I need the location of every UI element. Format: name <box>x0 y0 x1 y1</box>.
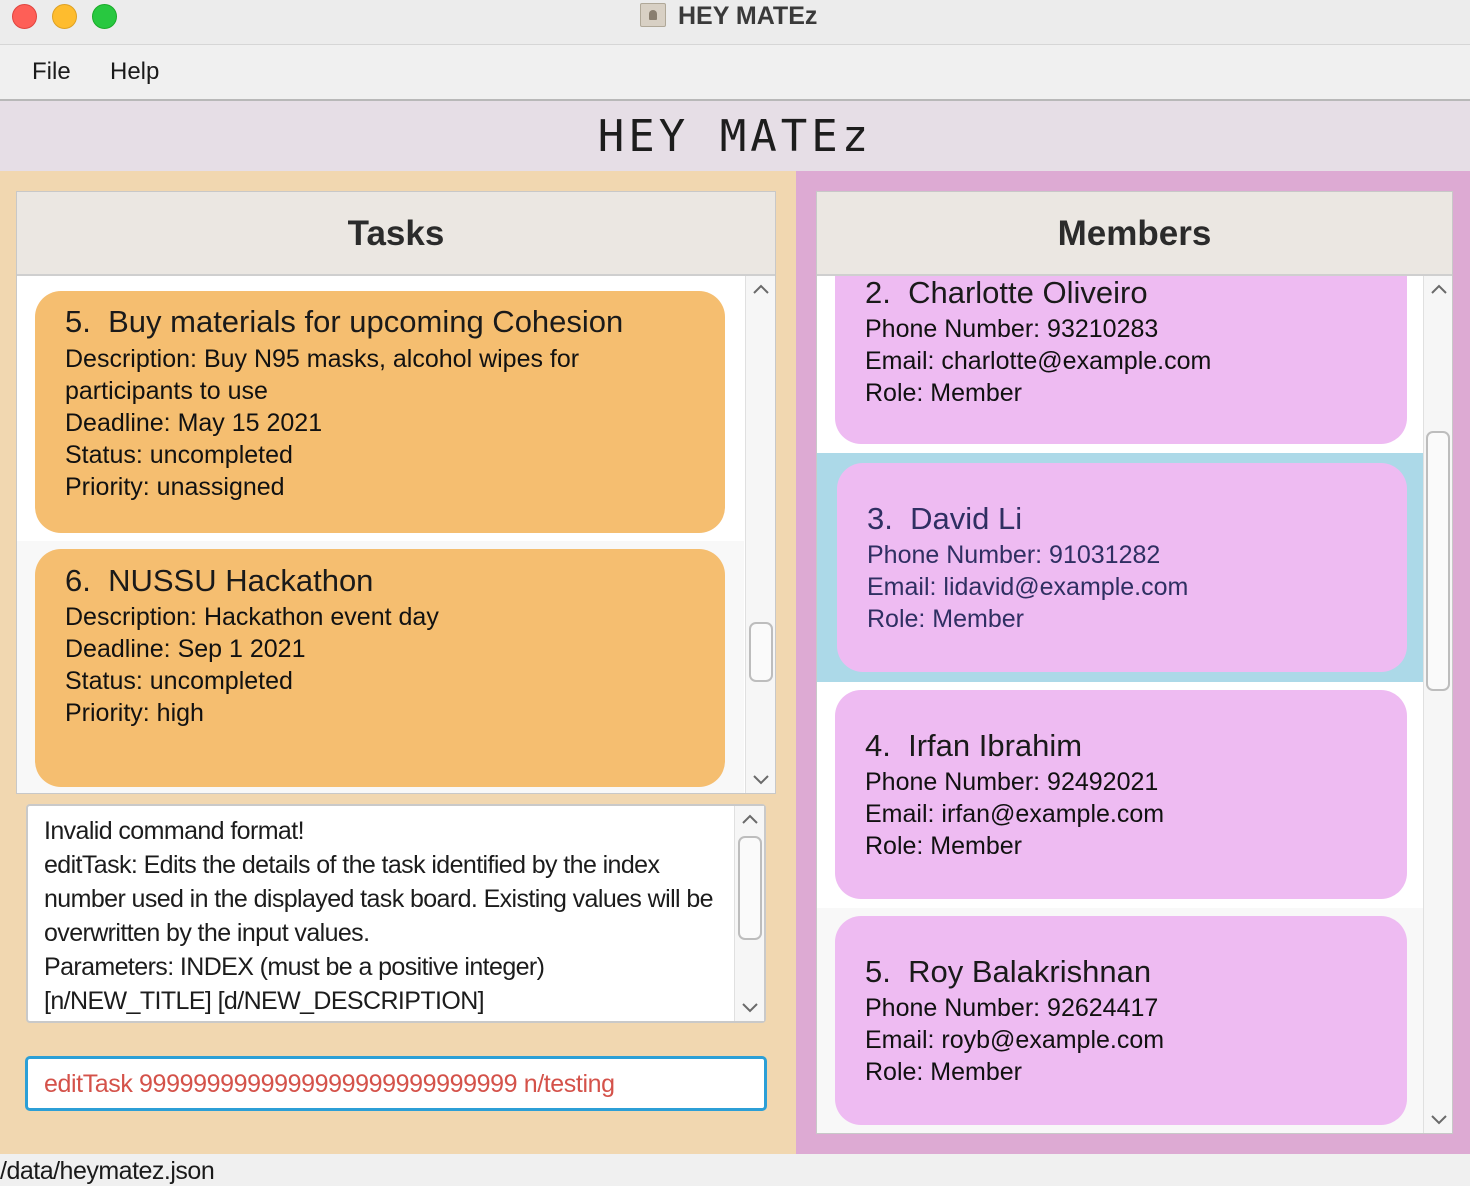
task-priority: Priority: unassigned <box>65 473 285 501</box>
scroll-down-arrow-icon[interactable] <box>1430 1113 1448 1127</box>
task-card[interactable]: 5. Buy materials for upcoming Cohesion D… <box>35 291 725 533</box>
menu-help[interactable]: Help <box>110 58 159 86</box>
member-title: 2. Charlotte Oliveiro <box>865 276 1148 311</box>
member-email: Email: charlotte@example.com <box>865 347 1212 375</box>
member-index: 3. <box>867 501 893 536</box>
task-description: Description: Hackathon event day <box>65 603 439 631</box>
menu-file[interactable]: File <box>32 58 71 86</box>
member-list[interactable]: 2. Charlotte Oliveiro Phone Number: 9321… <box>817 276 1423 1133</box>
member-name: David Li <box>910 501 1023 536</box>
task-status: Status: uncompleted <box>65 441 293 469</box>
window-title: HEY MATEz <box>678 2 818 30</box>
member-name: Roy Balakrishnan <box>908 954 1152 989</box>
task-card[interactable]: 6. NUSSU Hackathon Description: Hackatho… <box>35 549 725 787</box>
members-scrollbar[interactable] <box>1423 276 1452 1133</box>
members-title: Members <box>1057 214 1212 253</box>
scroll-up-arrow-icon[interactable] <box>752 282 770 296</box>
title-bar: HEY MATEz <box>0 0 1470 45</box>
member-role: Role: Member <box>865 832 1022 860</box>
member-row[interactable]: 5. Roy Balakrishnan Phone Number: 926244… <box>817 908 1423 1133</box>
scroll-down-arrow-icon[interactable] <box>741 1001 759 1015</box>
minimize-window-button[interactable] <box>52 4 77 29</box>
member-row[interactable]: 2. Charlotte Oliveiro Phone Number: 9321… <box>817 276 1423 453</box>
scroll-up-arrow-icon[interactable] <box>741 812 759 826</box>
task-description: Description: Buy N95 masks, alcohol wipe… <box>65 345 580 373</box>
member-card[interactable]: 2. Charlotte Oliveiro Phone Number: 9321… <box>835 276 1407 444</box>
member-card[interactable]: 3. David Li Phone Number: 91031282 Email… <box>837 463 1407 672</box>
member-title: 3. David Li <box>867 501 1022 537</box>
app-header: HEY MATEz <box>0 101 1470 171</box>
menu-bar: File Help <box>0 45 1470 101</box>
member-title: 5. Roy Balakrishnan <box>865 954 1151 990</box>
members-panel: Members 2. Charlotte Oliveiro Phone Numb… <box>816 191 1453 1134</box>
task-index: 6. <box>65 563 91 598</box>
member-role: Role: Member <box>867 605 1024 633</box>
tasks-scrollbar[interactable] <box>745 276 775 793</box>
task-row[interactable]: 6. NUSSU Hackathon Description: Hackatho… <box>17 541 744 793</box>
members-header: Members <box>817 192 1452 276</box>
member-row-selected[interactable]: 3. David Li Phone Number: 91031282 Email… <box>817 453 1423 682</box>
tasks-title: Tasks <box>347 214 445 253</box>
task-status: Status: uncompleted <box>65 667 293 695</box>
command-input-value: editTask 9999999999999999999999999999 n/… <box>44 1070 615 1098</box>
task-list[interactable]: 5. Buy materials for upcoming Cohesion D… <box>17 276 744 793</box>
task-name: Buy materials for upcoming Cohesion <box>108 304 624 339</box>
task-title: 5. Buy materials for upcoming Cohesion <box>65 304 623 340</box>
member-name: Charlotte Oliveiro <box>908 276 1148 310</box>
maximize-window-button[interactable] <box>92 4 117 29</box>
member-card[interactable]: 4. Irfan Ibrahim Phone Number: 92492021 … <box>835 690 1407 899</box>
member-card[interactable]: 5. Roy Balakrishnan Phone Number: 926244… <box>835 916 1407 1125</box>
member-phone: Phone Number: 92624417 <box>865 994 1159 1022</box>
member-index: 5. <box>865 954 891 989</box>
member-email: Email: irfan@example.com <box>865 800 1165 828</box>
scroll-up-arrow-icon[interactable] <box>1430 282 1448 296</box>
member-phone: Phone Number: 93210283 <box>865 315 1159 343</box>
member-index: 4. <box>865 728 891 763</box>
status-file-path: /data/heymatez.json <box>0 1157 215 1185</box>
task-name: NUSSU Hackathon <box>108 563 374 598</box>
task-description-continued: participants to use <box>65 377 268 405</box>
result-scroll-thumb[interactable] <box>738 836 762 940</box>
member-name: Irfan Ibrahim <box>908 728 1083 763</box>
task-priority: Priority: high <box>65 699 204 727</box>
app-icon <box>640 3 666 27</box>
result-text: Invalid command format! editTask: Edits … <box>44 817 714 1015</box>
members-scroll-thumb[interactable] <box>1426 431 1450 691</box>
member-title: 4. Irfan Ibrahim <box>865 728 1082 764</box>
result-display[interactable]: Invalid command format! editTask: Edits … <box>26 804 766 1023</box>
task-deadline: Deadline: May 15 2021 <box>65 409 323 437</box>
member-role: Role: Member <box>865 379 1022 407</box>
command-input[interactable]: editTask 9999999999999999999999999999 n/… <box>25 1056 767 1111</box>
member-email: Email: royb@example.com <box>865 1026 1165 1054</box>
member-email: Email: lidavid@example.com <box>867 573 1189 601</box>
tasks-panel: Tasks 5. Buy materials for upcoming Cohe… <box>16 191 776 794</box>
member-index: 2. <box>865 276 891 310</box>
task-row[interactable]: 5. Buy materials for upcoming Cohesion D… <box>17 276 744 541</box>
member-phone: Phone Number: 91031282 <box>867 541 1161 569</box>
member-phone: Phone Number: 92492021 <box>865 768 1159 796</box>
result-scrollbar[interactable] <box>734 806 764 1021</box>
task-deadline: Deadline: Sep 1 2021 <box>65 635 306 663</box>
status-bar: /data/heymatez.json <box>0 1154 1470 1186</box>
app-heading: HEY MATEz <box>597 111 873 162</box>
close-window-button[interactable] <box>12 4 37 29</box>
left-pane: Tasks 5. Buy materials for upcoming Cohe… <box>0 171 796 1154</box>
right-pane: Members 2. Charlotte Oliveiro Phone Numb… <box>796 171 1470 1154</box>
scroll-down-arrow-icon[interactable] <box>752 773 770 787</box>
member-row[interactable]: 4. Irfan Ibrahim Phone Number: 92492021 … <box>817 682 1423 908</box>
member-role: Role: Member <box>865 1058 1022 1086</box>
tasks-header: Tasks <box>17 192 775 276</box>
task-title: 6. NUSSU Hackathon <box>65 563 373 599</box>
tasks-scroll-thumb[interactable] <box>749 622 773 682</box>
task-index: 5. <box>65 304 91 339</box>
